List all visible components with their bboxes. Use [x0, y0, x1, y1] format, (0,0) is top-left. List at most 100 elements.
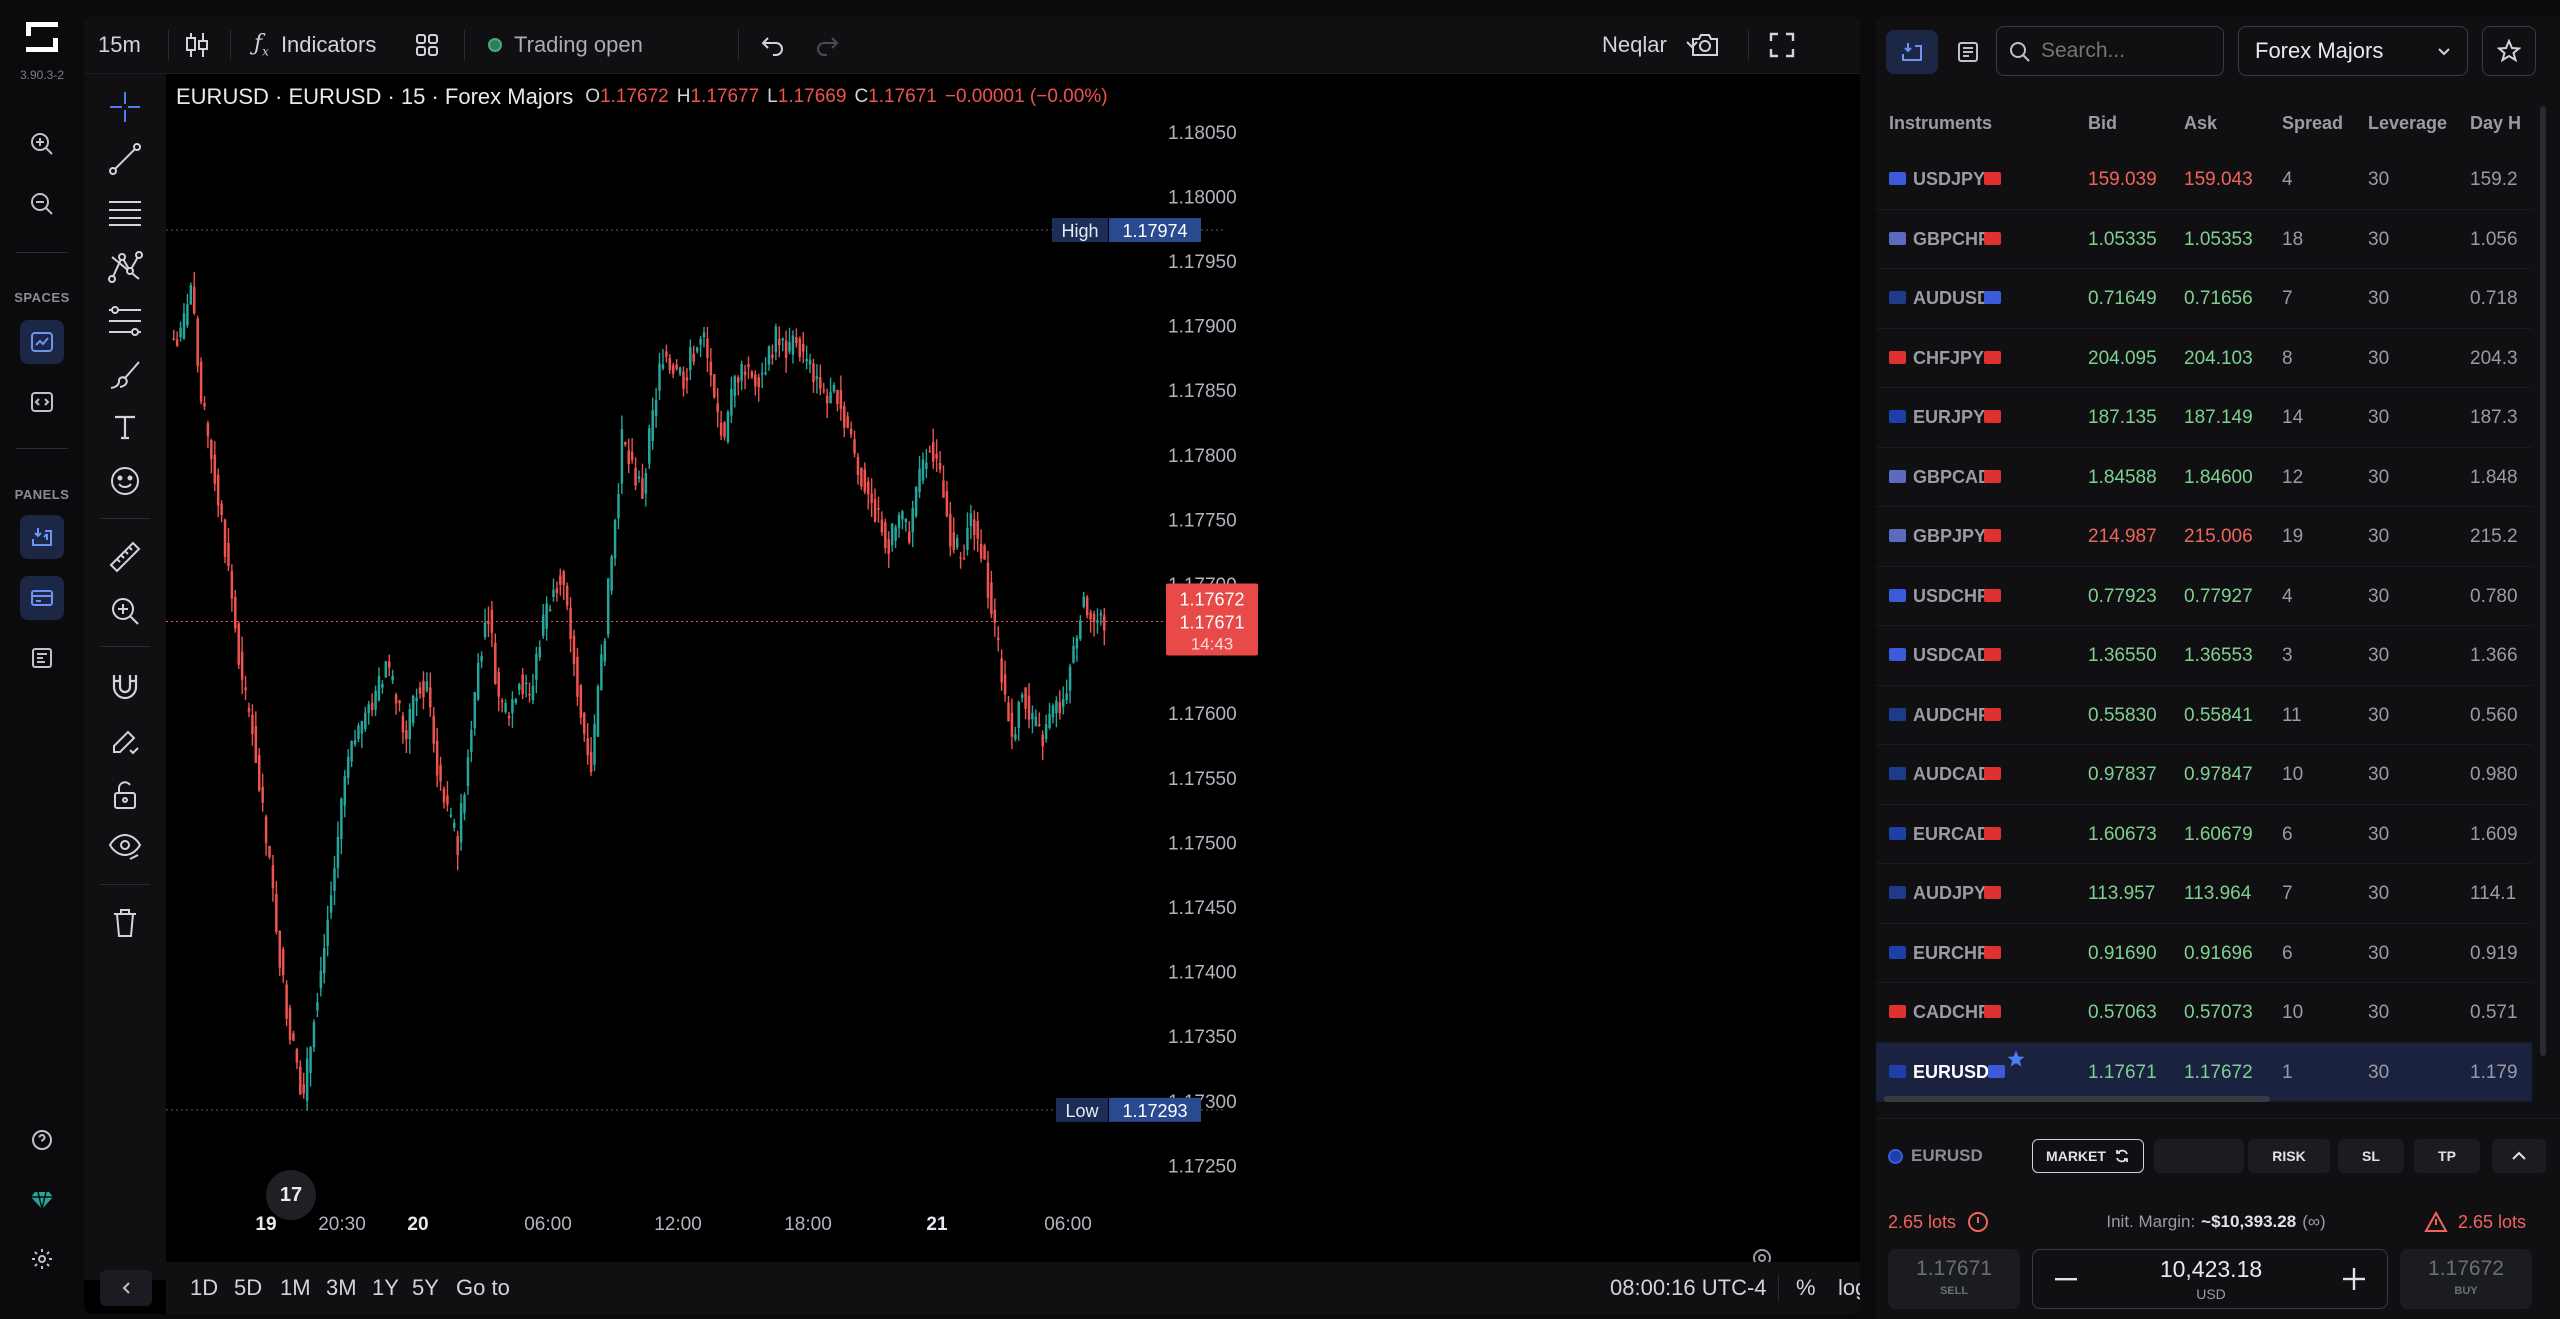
search-input[interactable]	[2041, 35, 2217, 67]
screenshot-camera-icon[interactable]	[1690, 16, 1720, 74]
text-tool-icon[interactable]	[102, 404, 148, 450]
range-3m[interactable]: 3M	[326, 1262, 357, 1314]
col-spread[interactable]: Spread	[2282, 96, 2343, 150]
candlestick-chart[interactable]: 1.180501.180001.179501.179001.178501.178…	[166, 74, 1860, 1280]
ruler-icon[interactable]	[102, 534, 148, 580]
vertical-scrollbar[interactable]	[2540, 106, 2546, 1056]
indicators-button[interactable]: ƒx Indicators	[254, 16, 376, 74]
news-tab-icon[interactable]	[1942, 30, 1994, 74]
margin-label: Init. Margin:	[2106, 1212, 2196, 1231]
redo-icon[interactable]	[814, 16, 840, 74]
watchlist-tab-icon[interactable]	[1886, 30, 1938, 74]
col-instruments[interactable]: Instruments	[1889, 96, 1992, 150]
horizontal-scrollbar[interactable]	[1884, 1096, 2270, 1102]
watchlist-row[interactable]: EURUSD 1.17671 1.17672 1 30 1.179	[1876, 1042, 2532, 1102]
watchlist-row[interactable]: GBPJPY 214.987 215.006 19 30 215.2	[1876, 507, 2532, 567]
trendline-icon[interactable]	[102, 136, 148, 182]
layouts-grid-icon[interactable]	[414, 16, 440, 74]
order-type-market-button[interactable]: MARKET	[2032, 1139, 2144, 1173]
watchlist-row[interactable]: EURCAD 1.60673 1.60679 6 30 1.609	[1876, 805, 2532, 864]
pitchfork-icon[interactable]	[102, 244, 148, 290]
space-code-button[interactable]	[20, 380, 64, 424]
candle-body	[422, 680, 425, 698]
col-day-high[interactable]: Day H	[2470, 96, 2521, 150]
sell-button[interactable]: 1.17671 SELL	[1888, 1249, 2020, 1309]
candle-body	[278, 930, 282, 968]
panel-watchlist-button[interactable]	[20, 515, 64, 559]
app-logo[interactable]	[24, 20, 60, 54]
help-icon[interactable]	[20, 1118, 64, 1162]
group-select[interactable]: Forex Majors	[2238, 26, 2468, 76]
watchlist-row[interactable]: CADCHF 0.57063 0.57073 10 30 0.571	[1876, 983, 2532, 1043]
crosshair-icon[interactable]	[102, 84, 148, 130]
undo-icon[interactable]	[760, 16, 786, 74]
percent-scale-toggle[interactable]: %	[1796, 1262, 1816, 1314]
lock-icon[interactable]	[102, 772, 148, 818]
range-1m[interactable]: 1M	[280, 1262, 311, 1314]
chart-type-candles-icon[interactable]	[184, 16, 210, 74]
order-symbol[interactable]: EURUSD	[1888, 1141, 1983, 1171]
watchlist-row[interactable]: GBPCHF 1.05335 1.05353 18 30 1.056	[1876, 210, 2532, 269]
fib-retracement-icon[interactable]	[102, 298, 148, 344]
log-scale-toggle[interactable]: log	[1838, 1262, 1860, 1314]
watchlist-row[interactable]: USDJPY 159.039 159.043 4 30 159.2	[1876, 150, 2532, 210]
col-ask[interactable]: Ask	[2184, 96, 2217, 150]
watchlist-row[interactable]: AUDJPY 113.957 113.964 7 30 114.1	[1876, 864, 2532, 924]
timeframe-button[interactable]: 15m	[98, 16, 141, 74]
brush-icon[interactable]	[102, 352, 148, 398]
goto-button[interactable]: Go to	[456, 1262, 510, 1314]
cell-dayh: 0.919	[2470, 942, 2518, 964]
watchlist-row[interactable]: CHFJPY 204.095 204.103 8 30 204.3	[1876, 329, 2532, 388]
parallel-channel-icon[interactable]	[102, 190, 148, 236]
price-chart[interactable]: 1.18050 1.18000 1.17950 1.17900 1.17850 1.178…	[166, 74, 1860, 1280]
watchlist-row[interactable]: EURCHF 0.91690 0.91696 6 30 0.919	[1876, 924, 2532, 983]
take-profit-button[interactable]: TP	[2414, 1139, 2480, 1173]
increase-plus-icon[interactable]	[2339, 1262, 2369, 1296]
magnet-icon[interactable]	[102, 664, 148, 710]
connection-status-icon[interactable]	[20, 1178, 64, 1222]
range-5d[interactable]: 5D	[234, 1262, 262, 1314]
panel-order-button[interactable]	[20, 576, 64, 620]
buy-button[interactable]: 1.17672 BUY	[2400, 1249, 2532, 1309]
watchlist-row[interactable]: USDCHF 0.77923 0.77927 4 30 0.780	[1876, 567, 2532, 626]
space-chart-button[interactable]	[20, 320, 64, 364]
emoji-icon[interactable]	[102, 458, 148, 504]
candle-body	[288, 1008, 292, 1040]
decrease-minus-icon[interactable]	[2051, 1262, 2081, 1296]
zoom-tool-icon[interactable]	[102, 588, 148, 634]
zoom-in-icon[interactable]	[20, 122, 64, 166]
range-1d[interactable]: 1D	[190, 1262, 218, 1314]
collapse-toolbar-chevron-left-icon[interactable]	[100, 1270, 152, 1306]
amount-stepper[interactable]: 10,423.18 USD	[2032, 1249, 2388, 1309]
watchlist-row[interactable]: EURJPY 187.135 187.149 14 30 187.3	[1876, 388, 2532, 448]
watchlist-row[interactable]: AUDUSD 0.71649 0.71656 7 30 0.718	[1876, 269, 2532, 329]
order-extra-field[interactable]	[2154, 1139, 2244, 1173]
settings-gear-icon[interactable]	[20, 1237, 64, 1281]
zoom-out-icon[interactable]	[20, 182, 64, 226]
panel-positions-button[interactable]	[20, 636, 64, 680]
col-leverage[interactable]: Leverage	[2368, 96, 2447, 150]
stop-loss-button[interactable]: SL	[2338, 1139, 2404, 1173]
watchlist-row[interactable]: USDCAD 1.36550 1.36553 3 30 1.366	[1876, 626, 2532, 686]
clock[interactable]: 08:00:16 UTC-4	[1610, 1262, 1767, 1314]
col-bid[interactable]: Bid	[2088, 96, 2117, 150]
favorites-star-icon[interactable]	[2482, 26, 2536, 76]
watchlist-row[interactable]: AUDCHF 0.55830 0.55841 11 30 0.560	[1876, 686, 2532, 745]
visibility-eye-icon[interactable]	[102, 824, 148, 870]
risk-button[interactable]: RISK	[2248, 1139, 2330, 1173]
drawing-mode-pencil-icon[interactable]	[102, 718, 148, 764]
amount-input[interactable]: 10,423.18	[2103, 1256, 2319, 1283]
candle-body	[196, 318, 199, 366]
collapse-chevron-up-icon[interactable]	[2492, 1139, 2546, 1173]
favorite-star-icon[interactable]	[2006, 1049, 2026, 1069]
candle-body	[661, 364, 665, 369]
range-1y[interactable]: 1Y	[372, 1262, 399, 1314]
range-5y[interactable]: 5Y	[412, 1262, 439, 1314]
watchlist-row[interactable]: GBPCAD 1.84588 1.84600 12 30 1.848	[1876, 448, 2532, 507]
tradingview-logo-icon[interactable]: 17	[266, 1170, 316, 1220]
account-selector[interactable]: Neqlar	[1602, 16, 1699, 74]
fullscreen-icon[interactable]	[1768, 16, 1796, 74]
search-box[interactable]	[1996, 26, 2224, 76]
watchlist-row[interactable]: AUDCAD 0.97837 0.97847 10 30 0.980	[1876, 745, 2532, 805]
delete-trash-icon[interactable]	[102, 900, 148, 946]
